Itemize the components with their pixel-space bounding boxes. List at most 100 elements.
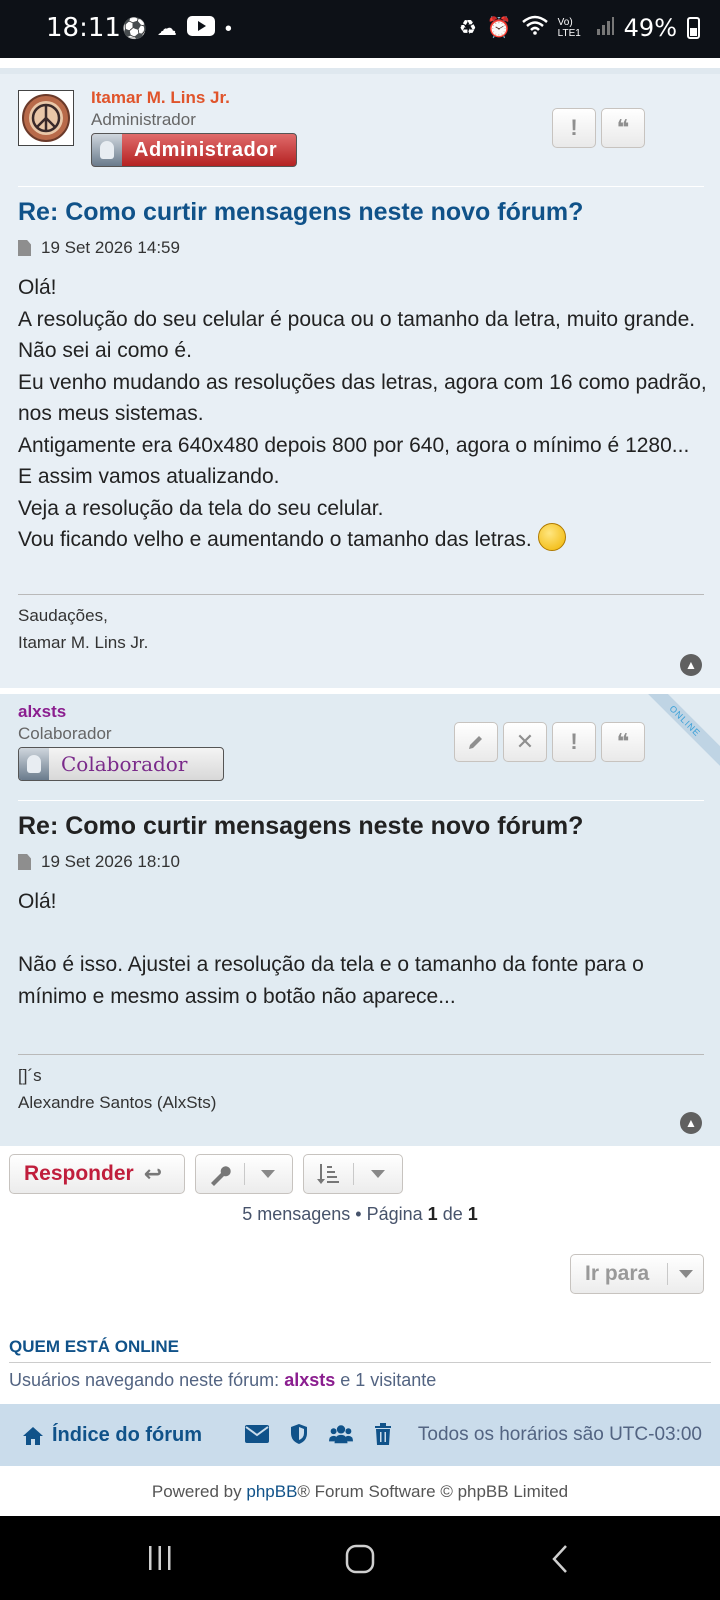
cloud-icon: ☁ bbox=[156, 18, 177, 40]
shield-icon[interactable] bbox=[287, 1422, 311, 1446]
user-icon bbox=[19, 748, 49, 780]
users-icon[interactable] bbox=[329, 1422, 353, 1446]
file-icon bbox=[18, 240, 31, 256]
quote-button[interactable]: ❝ bbox=[601, 108, 645, 148]
post-author-username[interactable]: alxsts bbox=[18, 702, 66, 722]
sort-icon bbox=[304, 1155, 353, 1193]
post-line: Olá! bbox=[18, 890, 57, 913]
pagination-info: 5 mensagens • Página 1 de 1 bbox=[0, 1204, 720, 1225]
battery-percent: 49% bbox=[623, 14, 677, 42]
goto-label: Ir para bbox=[585, 1262, 650, 1285]
navbar-icons bbox=[245, 1422, 395, 1446]
post-line-text: Vou ficando velho e aumentando o tamanho… bbox=[18, 528, 532, 551]
post-alxsts: ONLINE alxsts Colaborador Colaborador ✕ … bbox=[0, 694, 720, 1146]
delete-button[interactable]: ✕ bbox=[503, 722, 547, 762]
divider bbox=[18, 186, 704, 187]
android-navigation-bar bbox=[0, 1516, 720, 1600]
status-right-icons: ♻ ⏰ Vo) LTE1 49% bbox=[459, 14, 700, 42]
home-button-icon[interactable] bbox=[345, 1544, 375, 1579]
post-line: Não é isso. Ajustei a resolução da tela … bbox=[18, 953, 644, 1008]
wifi-icon bbox=[521, 15, 548, 41]
back-to-top-icon[interactable]: ▲ bbox=[680, 654, 702, 676]
reply-button[interactable]: Responder ↩ bbox=[9, 1154, 185, 1194]
rank-badge-admin: Administrador bbox=[91, 133, 297, 167]
post-line bbox=[18, 918, 708, 950]
signature-line: Alexandre Santos (AlxSts) bbox=[18, 1093, 217, 1112]
youtube-icon bbox=[186, 16, 215, 42]
powered-by-prefix: Powered by bbox=[151, 1482, 242, 1501]
trash-icon[interactable] bbox=[371, 1422, 395, 1446]
forum-index-link[interactable]: Índice do fórum bbox=[22, 1424, 202, 1447]
jump-to-dropdown[interactable]: Ir para bbox=[570, 1254, 704, 1294]
rank-badge-label: Administrador bbox=[134, 138, 278, 161]
rank-badge-colaborador: Colaborador bbox=[18, 747, 224, 781]
file-icon bbox=[18, 854, 31, 870]
phpbb-link[interactable]: phpBB bbox=[246, 1482, 297, 1501]
post-author-username[interactable]: Itamar M. Lins Jr. bbox=[91, 88, 230, 108]
page-total: 1 bbox=[467, 1204, 478, 1224]
forum-index-label: Índice do fórum bbox=[52, 1424, 202, 1446]
reply-label: Responder bbox=[24, 1162, 134, 1185]
powered-by: Powered by phpBB® Forum Software © phpBB… bbox=[0, 1482, 720, 1502]
envelope-icon[interactable] bbox=[245, 1422, 269, 1446]
post-date: 19 Set 2026 18:10 bbox=[41, 852, 180, 871]
topic-tools-dropdown[interactable] bbox=[195, 1154, 293, 1194]
chevron-down-icon bbox=[354, 1155, 403, 1193]
post-time: 19 Set 2026 18:10 bbox=[18, 852, 180, 872]
signature-line: []´s bbox=[18, 1066, 42, 1085]
who-online-text: Usuários navegando neste fórum: alxsts e… bbox=[9, 1370, 436, 1391]
status-bar: 18:11 ⚽ ☁ • ♻ ⏰ Vo) LTE1 49% bbox=[0, 0, 720, 58]
post-body: Olá! Não é isso. Ajustei a resolução da … bbox=[18, 886, 708, 1012]
sort-dropdown[interactable] bbox=[303, 1154, 403, 1194]
recycle-icon: ♻ bbox=[458, 17, 477, 39]
footer-navbar: Índice do fórum Todos os horários são UT… bbox=[0, 1404, 720, 1466]
volte-icon: Vo) LTE1 bbox=[557, 17, 581, 39]
pagination-prefix: 5 mensagens • Página bbox=[242, 1204, 423, 1224]
gap bbox=[0, 58, 720, 68]
status-time: 18:11 bbox=[46, 13, 121, 43]
grin-smiley-icon bbox=[537, 523, 566, 552]
post-title[interactable]: Re: Como curtir mensagens neste novo fór… bbox=[18, 812, 583, 841]
post-line: Antigamente era 640x480 depois 800 por 6… bbox=[18, 433, 690, 489]
page-current: 1 bbox=[427, 1204, 438, 1224]
battery-icon bbox=[687, 17, 700, 39]
signature-divider bbox=[18, 1054, 704, 1055]
avatar[interactable] bbox=[18, 90, 74, 146]
post-itamar: Itamar M. Lins Jr. Administrador Adminis… bbox=[0, 68, 720, 688]
signature-line: Saudações, bbox=[18, 606, 108, 625]
recent-apps-icon[interactable] bbox=[146, 1544, 174, 1577]
back-to-top-icon[interactable]: ▲ bbox=[680, 1112, 702, 1134]
reply-arrow-icon: ↩ bbox=[143, 1161, 163, 1186]
chevron-down-icon bbox=[245, 1155, 293, 1193]
report-button[interactable]: ! bbox=[552, 108, 596, 148]
pencil-icon bbox=[469, 736, 482, 749]
alarm-icon: ⏰ bbox=[486, 17, 512, 39]
edit-button[interactable] bbox=[454, 722, 498, 762]
who-online-prefix: Usuários navegando neste fórum: bbox=[9, 1370, 280, 1390]
post-author-rank: Colaborador bbox=[18, 724, 112, 743]
post-line: Veja a resolução da tela do seu celular. bbox=[18, 496, 384, 520]
signal-icon bbox=[596, 15, 614, 41]
post-line: Olá! bbox=[18, 276, 57, 299]
user-icon bbox=[92, 134, 122, 166]
home-icon bbox=[23, 1426, 43, 1445]
back-icon[interactable] bbox=[550, 1544, 570, 1579]
online-user-link[interactable]: alxsts bbox=[284, 1370, 335, 1390]
page-of: de bbox=[442, 1204, 463, 1224]
signature-line: Itamar M. Lins Jr. bbox=[18, 633, 149, 652]
quote-button[interactable]: ❝ bbox=[601, 722, 645, 762]
chevron-down-icon bbox=[668, 1255, 703, 1293]
divider bbox=[9, 1362, 711, 1363]
post-title[interactable]: Re: Como curtir mensagens neste novo fór… bbox=[18, 198, 583, 227]
report-button[interactable]: ! bbox=[552, 722, 596, 762]
status-left-icons: ⚽ ☁ • bbox=[122, 16, 232, 42]
post-line: A resolução do seu celular é pouca ou o … bbox=[18, 307, 696, 363]
signature-divider bbox=[18, 594, 704, 595]
signature: []´s Alexandre Santos (AlxSts) bbox=[18, 1062, 216, 1116]
online-ribbon: ONLINE bbox=[634, 694, 720, 772]
post-time: 19 Set 2026 14:59 bbox=[18, 238, 180, 258]
powered-by-suffix: ® Forum Software © phpBB Limited bbox=[297, 1482, 569, 1501]
post-author-rank: Administrador bbox=[91, 110, 196, 129]
timezone-info: Todos os horários são UTC-03:00 bbox=[417, 1424, 702, 1445]
rank-badge-label: Colaborador bbox=[61, 752, 188, 776]
